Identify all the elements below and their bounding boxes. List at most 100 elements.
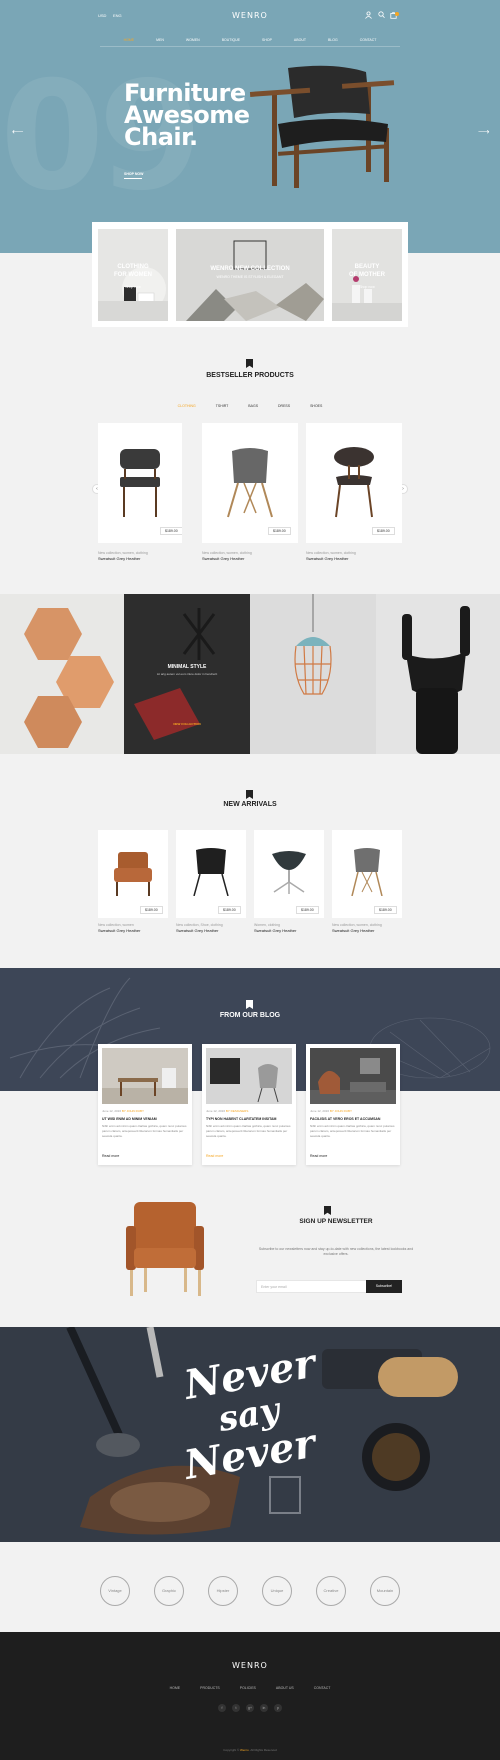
blog-card[interactable]: June 12, 2016 BY DESIGNERS TYPI NON HABE… (202, 1044, 296, 1165)
quote-text: Never say Never (180, 1339, 319, 1489)
product-name[interactable]: Sweatsuit Grey Heather (98, 556, 140, 561)
nav-women[interactable]: WOMEN (180, 38, 206, 42)
nav-about[interactable]: ABOUT (288, 38, 312, 42)
footer (0, 1632, 500, 1760)
product-card[interactable]: $189.00 (98, 830, 168, 918)
footer-link-about[interactable]: ABOUT US (271, 1686, 299, 1690)
tab-dress[interactable]: DRESS (272, 404, 296, 408)
product-price: $189.00 (140, 906, 163, 914)
blog-author[interactable]: BY JOHN RUBY (330, 1109, 352, 1113)
product-card[interactable]: $189.00 (176, 830, 246, 918)
tab-bags[interactable]: BAGS (242, 404, 264, 408)
shop-now-underline (124, 178, 142, 179)
read-more-link[interactable]: Read more (206, 1154, 223, 1158)
blog-author[interactable]: BY DESIGNERS (226, 1109, 248, 1113)
nav-boutique[interactable]: BOUTIQUE (216, 38, 246, 42)
product-card[interactable]: $189.00 (254, 830, 324, 918)
blog-title: FROM OUR BLOG (219, 1012, 281, 1019)
product-card[interactable]: $189.00 (306, 423, 402, 543)
tab-tshirt[interactable]: TSHIRT (210, 404, 235, 408)
product-name[interactable]: Sweatsuit Grey Heather (176, 928, 218, 933)
banner-tile-hexagons (0, 594, 124, 754)
collection-link[interactable]: Shop now (98, 285, 168, 289)
subscribe-button[interactable]: Subscribe! (366, 1280, 402, 1293)
linkedin-icon[interactable]: in (260, 1704, 268, 1712)
read-more-link[interactable]: Read more (310, 1154, 327, 1158)
product-image (193, 848, 229, 896)
nav-contact[interactable]: CONTACT (354, 38, 383, 42)
collection-link[interactable]: Shop now (332, 285, 402, 289)
nav-men[interactable]: MEN (150, 38, 170, 42)
brand-logo[interactable]: Graphic (154, 1576, 184, 1606)
facebook-icon[interactable]: f (218, 1704, 226, 1712)
brand-logo[interactable]: Hipster (208, 1576, 238, 1606)
product-card[interactable]: $189.00 (202, 423, 298, 543)
lamp-image (294, 594, 332, 695)
footer-logo[interactable]: WENRO (232, 1661, 268, 1670)
footer-link-contact[interactable]: CONTACT (309, 1686, 336, 1690)
hexagon-image (24, 608, 114, 748)
product-name[interactable]: Sweatsuit Grey Heather (332, 928, 374, 933)
product-name[interactable]: Sweatsuit Grey Heather (98, 928, 140, 933)
read-more-link[interactable]: Read more (102, 1154, 119, 1158)
collection-card-beauty[interactable]: BEAUTY OF MOTHER Shop now (332, 229, 402, 321)
prev-slide-arrow[interactable]: ⟵ (12, 127, 23, 136)
product-price: $189.00 (268, 527, 291, 535)
blog-excerpt: Nibh enim ad minim quam claritas gothica… (102, 1124, 187, 1138)
product-name[interactable]: Sweatsuit Grey Heather (202, 556, 244, 561)
blog-post-title[interactable]: TYPI NON HABENT CLARITATEM INSITAM (206, 1117, 292, 1121)
product-price: $189.00 (296, 906, 319, 914)
blog-card[interactable]: June 12, 2016 BY JOHN RUBY FACILISIS AT … (306, 1044, 400, 1165)
twitter-icon[interactable]: t (232, 1704, 240, 1712)
bestseller-title: BESTSELLER PRODUCTS (206, 372, 294, 379)
product-card[interactable]: $189.00 (332, 830, 402, 918)
newsletter-text: Subscribe to our newsletters now and sta… (258, 1247, 414, 1256)
footer-link-home[interactable]: HOME (165, 1686, 186, 1690)
next-slide-arrow[interactable]: ⟶ (478, 127, 489, 136)
collection-subtitle: WENRO THEME IS STYLISH & ELEGANT (216, 275, 284, 279)
brand-logo[interactable]: Mountain (370, 1576, 400, 1606)
new-collection-link[interactable]: NEW COLLECTION (124, 722, 250, 726)
tab-shoes[interactable]: SHOES (304, 404, 328, 408)
cart-badge (395, 12, 399, 16)
nav-home[interactable]: HOME (118, 38, 141, 42)
copyright-brand[interactable]: Wenro (240, 1748, 249, 1752)
tab-clothing[interactable]: CLOTHING (172, 404, 202, 408)
blog-image (206, 1048, 292, 1104)
product-name[interactable]: Sweatsuit Grey Heather (254, 928, 296, 933)
product-image (272, 851, 306, 894)
footer-link-policies[interactable]: POLICIES (235, 1686, 261, 1690)
blog-post-title[interactable]: FACILISIS AT VERO EROS ET ACCUMSAN (310, 1117, 396, 1121)
blog-date: June 12, 2016 (102, 1109, 122, 1113)
newsletter-email-input[interactable]: Enter your email (256, 1280, 368, 1293)
blog-post-title[interactable]: UT WISI ENIM AD MINIM VENIAM (102, 1117, 188, 1121)
logo[interactable]: WENRO (232, 11, 268, 20)
nav-blog[interactable]: BLOG (322, 38, 344, 42)
blog-card[interactable]: June 12, 2016 BY JOHN RUBY UT WISI ENIM … (98, 1044, 192, 1165)
hero-section: 09 USD ENG WENRO HOME MEN WOMEN BOUTIQUE… (0, 0, 500, 253)
collection-card-new[interactable]: WENRO NEW COLLECTION WENRO THEME IS STYL… (176, 229, 324, 321)
google-plus-icon[interactable]: g+ (246, 1704, 254, 1712)
user-icon[interactable] (365, 11, 372, 19)
banner-tile-minimal-style[interactable]: MINIMAL STYLE Lit arig autem vel eum iri… (124, 594, 250, 754)
copyright: Copyright © Wenro. All Rights Reserved (223, 1748, 277, 1752)
collection-card-women[interactable]: CLOTHING FOR WOMEN Shop now (98, 229, 168, 321)
product-name[interactable]: Sweatsuit Grey Heather (306, 556, 348, 561)
nav-divider (100, 46, 400, 47)
brand-logo[interactable]: Creative (316, 1576, 346, 1606)
brand-logo[interactable]: Unique (262, 1576, 292, 1606)
currency-select[interactable]: USD (98, 13, 106, 18)
product-image (334, 447, 374, 518)
footer-link-products[interactable]: PRODUCTS (195, 1686, 225, 1690)
search-icon[interactable] (378, 11, 385, 19)
nav-shop[interactable]: SHOP (256, 38, 278, 42)
blog-author[interactable]: BY JOHN RUBY (122, 1109, 144, 1113)
pinterest-icon[interactable]: p (274, 1704, 282, 1712)
quote-banner: Never say Never (0, 1327, 500, 1542)
shop-now-button[interactable]: SHOP NOW (124, 172, 143, 176)
brand-logo[interactable]: Vintage (100, 1576, 130, 1606)
language-select[interactable]: ENG (113, 13, 122, 18)
banner-title: MINIMAL STYLE (167, 664, 207, 670)
product-card[interactable]: $189.00 (98, 423, 182, 543)
product-price: $189.00 (160, 527, 182, 535)
